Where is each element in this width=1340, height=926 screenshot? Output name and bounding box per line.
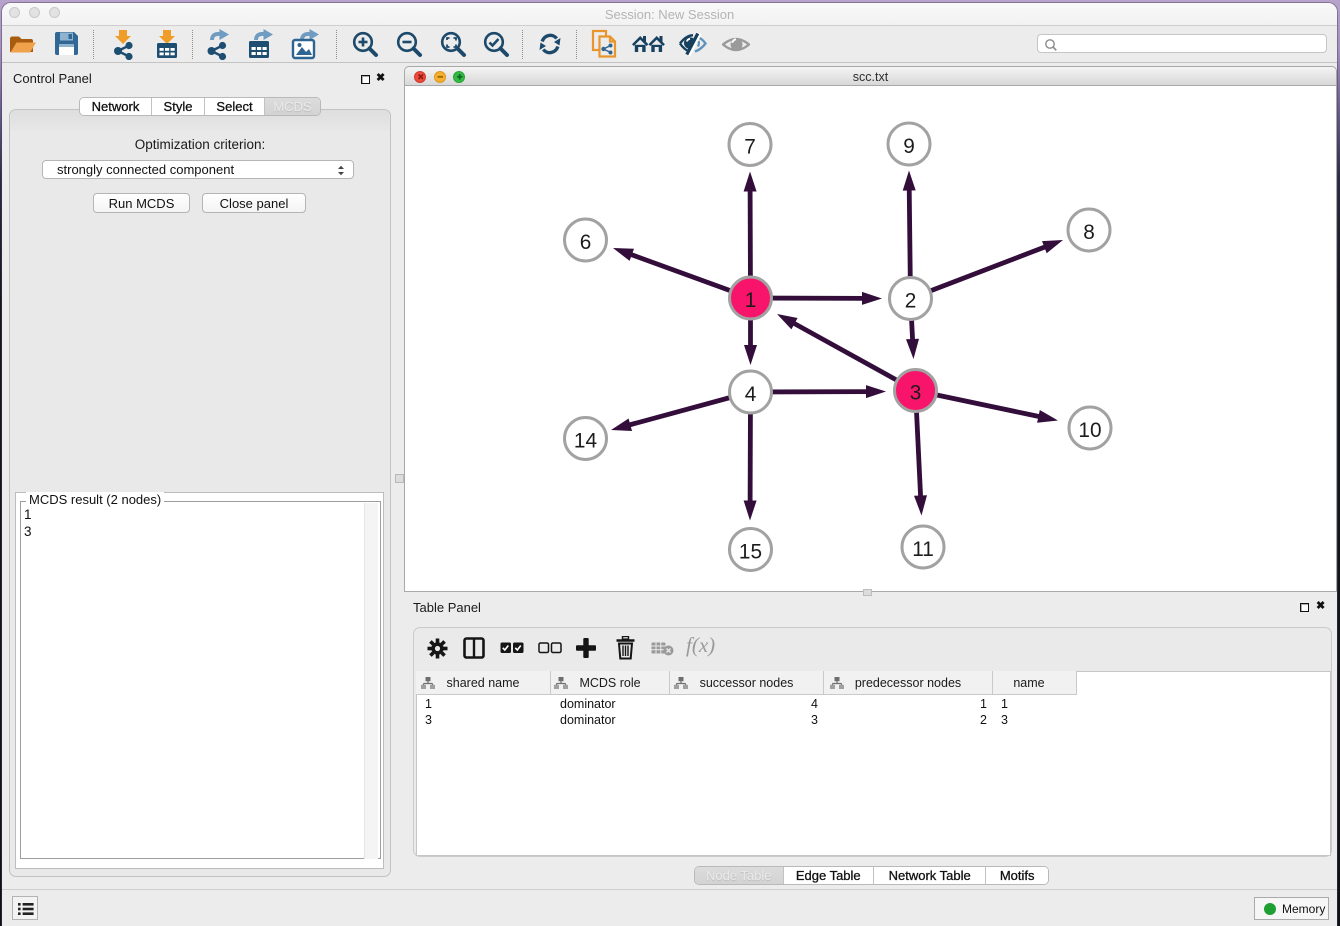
svg-text:15: 15 xyxy=(739,540,762,563)
svg-text:2: 2 xyxy=(905,289,917,312)
svg-text:9: 9 xyxy=(903,135,915,158)
svg-text:7: 7 xyxy=(744,135,756,158)
svg-text:1: 1 xyxy=(745,289,757,312)
svg-text:10: 10 xyxy=(1078,419,1101,442)
svg-text:11: 11 xyxy=(912,538,934,561)
svg-text:6: 6 xyxy=(580,231,592,254)
svg-text:4: 4 xyxy=(745,383,757,406)
svg-text:3: 3 xyxy=(910,381,922,404)
svg-text:8: 8 xyxy=(1083,221,1095,244)
svg-text:14: 14 xyxy=(574,429,597,452)
